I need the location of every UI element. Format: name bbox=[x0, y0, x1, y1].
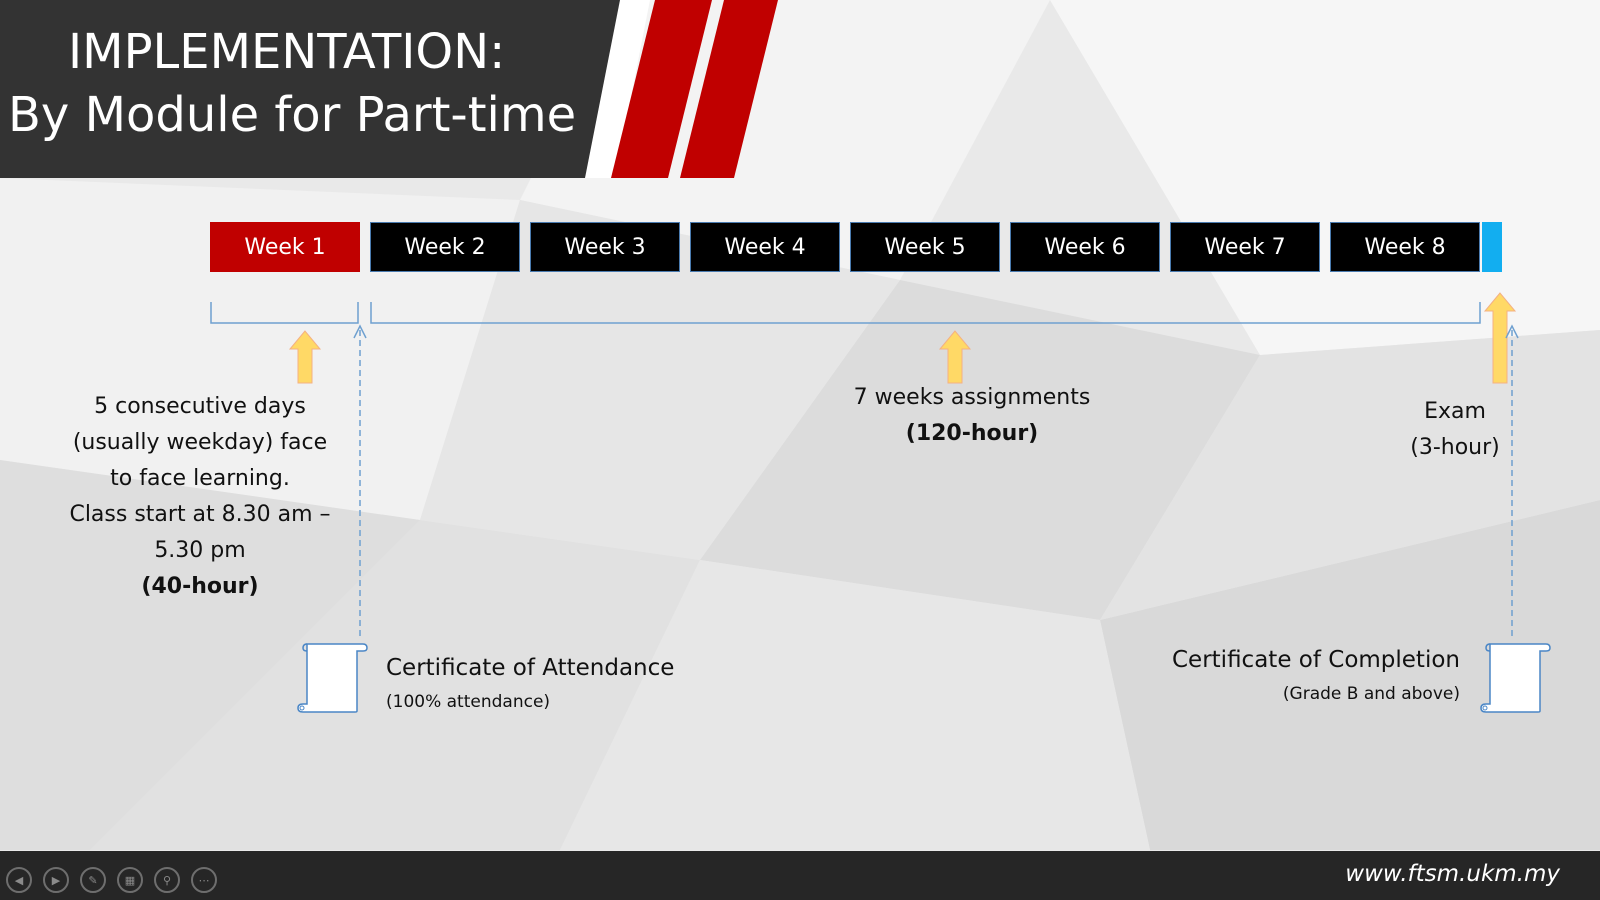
face-to-face-line: (usually weekday) face bbox=[72, 430, 328, 455]
week-8-box: Week 8 bbox=[1330, 222, 1480, 272]
face-to-face-line: 5 consecutive days bbox=[94, 394, 306, 419]
slides-grid-icon[interactable]: ▦ bbox=[117, 867, 143, 893]
more-icon[interactable]: ⋯ bbox=[191, 867, 217, 893]
week-3-box: Week 3 bbox=[530, 222, 680, 272]
face-to-face-line: Class start at 8.30 am – bbox=[69, 502, 331, 527]
scroll-icon bbox=[1480, 643, 1551, 713]
exam-description: Exam (3-hour) bbox=[1385, 394, 1525, 466]
face-to-face-line: 5.30 pm bbox=[154, 538, 246, 563]
week-2-box: Week 2 bbox=[370, 222, 520, 272]
attendance-certificate-subtitle: (100% attendance) bbox=[386, 692, 551, 712]
completion-certificate-subtitle: (Grade B and above) bbox=[1282, 684, 1460, 704]
completion-certificate-title: Certificate of Completion bbox=[1172, 647, 1460, 673]
pen-icon[interactable]: ✎ bbox=[80, 867, 106, 893]
week-4-box: Week 4 bbox=[690, 222, 840, 272]
assignments-hours: (120-hour) bbox=[905, 421, 1039, 446]
assignments-description: 7 weeks assignments (120-hour) bbox=[822, 380, 1122, 452]
previous-icon[interactable]: ◀ bbox=[6, 867, 32, 893]
footer-bar: www.ftsm.ukm.my bbox=[0, 851, 1600, 900]
exam-line: Exam bbox=[1424, 399, 1486, 424]
slide: IMPLEMENTATION: By Module for Part-time … bbox=[0, 0, 1600, 900]
week-1-box: Week 1 bbox=[210, 222, 360, 272]
face-to-face-hours: (40-hour) bbox=[141, 574, 259, 599]
scroll-icon bbox=[297, 643, 368, 713]
assignments-line: 7 weeks assignments bbox=[853, 385, 1091, 410]
week-7-box: Week 7 bbox=[1170, 222, 1320, 272]
footer-url: www.ftsm.ukm.my bbox=[1345, 861, 1560, 887]
exam-end-marker bbox=[1482, 222, 1502, 272]
exam-hours: (3-hour) bbox=[1410, 435, 1500, 460]
week-6-box: Week 6 bbox=[1010, 222, 1160, 272]
next-icon[interactable]: ▶ bbox=[43, 867, 69, 893]
zoom-icon[interactable]: ⚲ bbox=[154, 867, 180, 893]
red-stripes-decoration bbox=[585, 0, 778, 178]
week-5-box: Week 5 bbox=[850, 222, 1000, 272]
attendance-certificate-title: Certificate of Attendance bbox=[386, 655, 675, 681]
face-to-face-description: 5 consecutive days (usually weekday) fac… bbox=[50, 389, 350, 605]
face-to-face-line: to face learning. bbox=[110, 466, 290, 491]
